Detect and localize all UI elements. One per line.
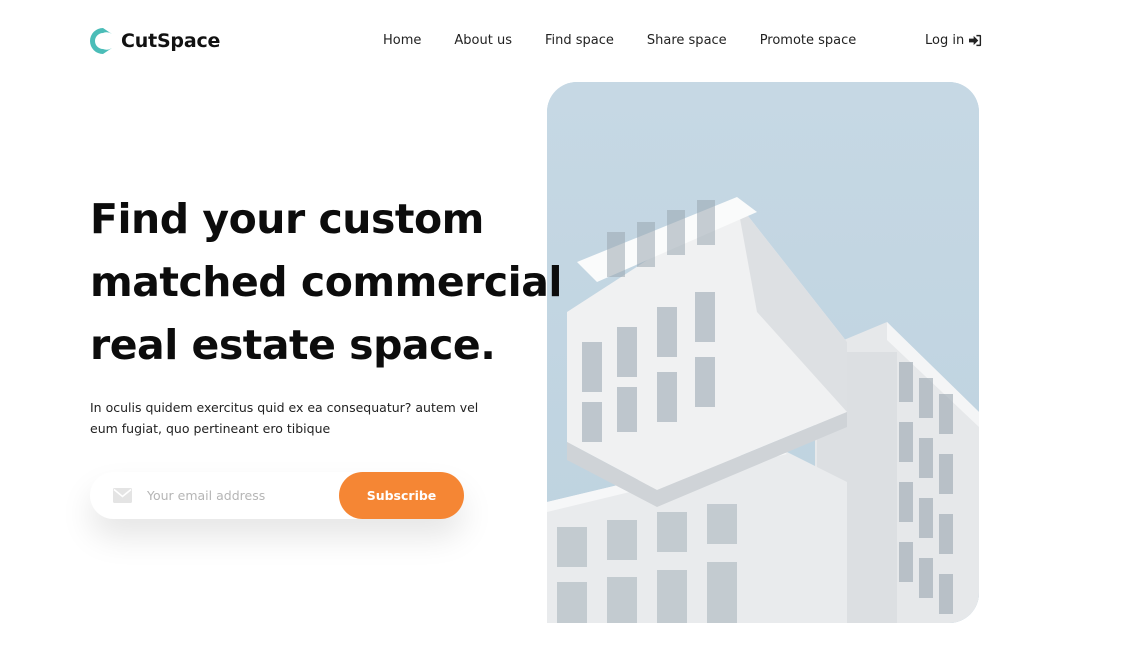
- nav-item-promote-space[interactable]: Promote space: [760, 33, 857, 48]
- subscribe-form: Subscribe: [90, 472, 464, 519]
- brand-logo[interactable]: CutSpace: [90, 28, 220, 54]
- login-label: Log in: [925, 33, 965, 48]
- email-input[interactable]: [147, 482, 327, 509]
- nav-item-find-space[interactable]: Find space: [545, 33, 614, 48]
- sign-in-icon: [969, 34, 982, 47]
- hero-building-image: [547, 82, 979, 623]
- logo-icon: [90, 28, 112, 54]
- subscribe-button[interactable]: Subscribe: [339, 472, 464, 519]
- nav-item-home[interactable]: Home: [383, 33, 421, 48]
- nav-item-about-us[interactable]: About us: [454, 33, 512, 48]
- main-nav: Home About us Find space Share space Pro…: [383, 33, 856, 48]
- hero-headline: Find your custom matched commercial real…: [90, 195, 562, 369]
- hero-subtext: In oculis quidem exercitus quid ex ea co…: [90, 400, 479, 436]
- brand-name: CutSpace: [121, 30, 221, 52]
- building-photo: [547, 82, 979, 623]
- nav-item-share-space[interactable]: Share space: [647, 33, 727, 48]
- login-link[interactable]: Log in: [925, 33, 982, 48]
- mail-icon: [113, 488, 132, 503]
